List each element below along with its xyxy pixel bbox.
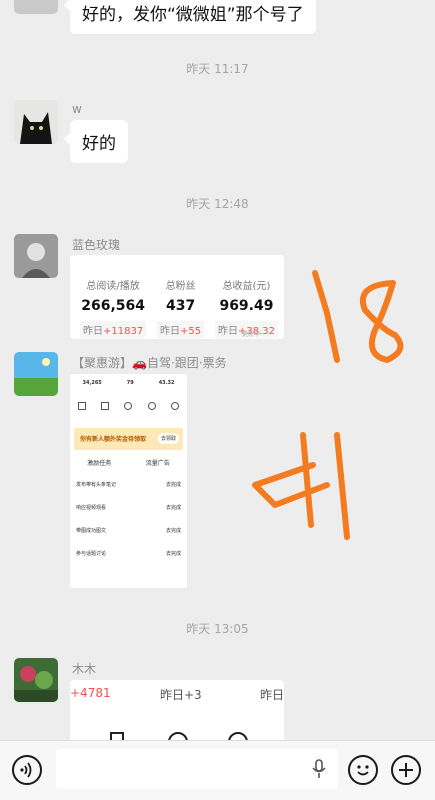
microphone-icon[interactable]	[312, 759, 326, 779]
more-button[interactable]	[391, 755, 421, 785]
mini-tab: 流量广告	[145, 460, 170, 467]
plus-icon	[399, 763, 413, 777]
stat-label: 总阅读/播放	[86, 281, 140, 292]
stat-change-prefix: 昨日	[83, 326, 103, 337]
sender-name: 【聚惠游】🚗自驾·跟团·票务	[72, 356, 227, 370]
timestamp: 昨天 13:05	[186, 622, 249, 636]
mini-tab: 激励任务	[87, 460, 112, 467]
mini-icon	[124, 402, 133, 410]
stat-reads: 总阅读/播放 266,564 昨日+11837	[80, 277, 147, 338]
mini-icon	[101, 402, 110, 410]
message-text: 好的	[82, 134, 116, 154]
avatar[interactable]	[14, 658, 58, 702]
mini-task-row: 参与话题讨论 去完成	[76, 551, 181, 557]
close-icon	[168, 732, 188, 740]
sender-name: 木木	[72, 662, 97, 676]
chat-feed[interactable]: 好的，发你“微微姐”那个号了 昨天 11:17 w 好的 昨天 12:48 蓝色…	[0, 0, 435, 740]
voice-icon	[20, 762, 32, 778]
settings-icon	[228, 732, 248, 740]
screenshot-image[interactable]: 34,265 79 43.32 你有新人额外奖金待领取 去领取 激励任务 流量广…	[70, 374, 187, 588]
timestamp: 昨天 12:48	[186, 197, 249, 211]
voice-toggle-button[interactable]	[12, 755, 42, 785]
mini-stat: 43.32	[158, 380, 175, 386]
chat-input-bar	[0, 740, 435, 800]
message-input[interactable]	[56, 749, 338, 789]
mini-icon	[147, 402, 156, 410]
message-text: 好的，发你“微微姐”那个号了	[82, 5, 304, 25]
stat-value: 266,564	[81, 298, 145, 314]
mini-stat: 79	[126, 380, 134, 386]
portrait-photo-icon	[14, 234, 58, 278]
emoji-button[interactable]	[348, 755, 378, 785]
avatar[interactable]	[14, 234, 58, 278]
banner-text: 你有新人额外奖金待领取	[80, 436, 147, 443]
avatar[interactable]	[14, 100, 58, 144]
stat-change-prefix: 昨日	[160, 326, 181, 337]
chart-icon	[110, 732, 124, 740]
stat-change: +4781	[70, 686, 111, 700]
stat-change: +55	[180, 326, 202, 337]
handwriting-annotation	[252, 270, 404, 540]
cat-photo-icon	[14, 100, 58, 144]
stat-change: 昨日	[260, 688, 284, 702]
stat-value: 437	[165, 298, 196, 314]
timestamp: 昨天 11:17	[186, 62, 249, 76]
message-bubble[interactable]: 好的，发你“微微姐”那个号了	[64, 0, 316, 34]
sender-name: 蓝色玫瑰	[72, 238, 121, 252]
mini-task-row: 发布带有头条笔记 去完成	[76, 482, 181, 488]
stat-change: 昨日+3	[160, 688, 202, 702]
sender-name: w	[72, 102, 82, 116]
garden-photo-icon	[14, 658, 58, 702]
stat-label: 总粉丝	[165, 281, 196, 292]
stat-fans: 总粉丝 437 昨日+55	[157, 277, 205, 338]
avatar[interactable]	[14, 352, 58, 396]
message-bubble[interactable]: 好的	[64, 120, 128, 163]
stats-card-partial[interactable]: +4781 昨日+3 昨日	[70, 680, 284, 740]
mini-icon	[171, 402, 180, 410]
emoji-icon	[357, 765, 369, 776]
landscape-photo-icon	[14, 352, 58, 396]
mini-icon	[77, 402, 86, 410]
avatar[interactable]	[14, 0, 58, 14]
mini-stat: 34,265	[82, 380, 102, 386]
banner-button: 去领取	[157, 433, 179, 444]
mini-task-row: 响应视频观看 去完成	[76, 505, 181, 511]
reward-banner: 你有新人额外奖金待领取 去领取	[74, 428, 183, 450]
stat-change: +11837	[103, 326, 144, 337]
mini-task-row: 带图成功图文 去完成	[76, 528, 181, 534]
